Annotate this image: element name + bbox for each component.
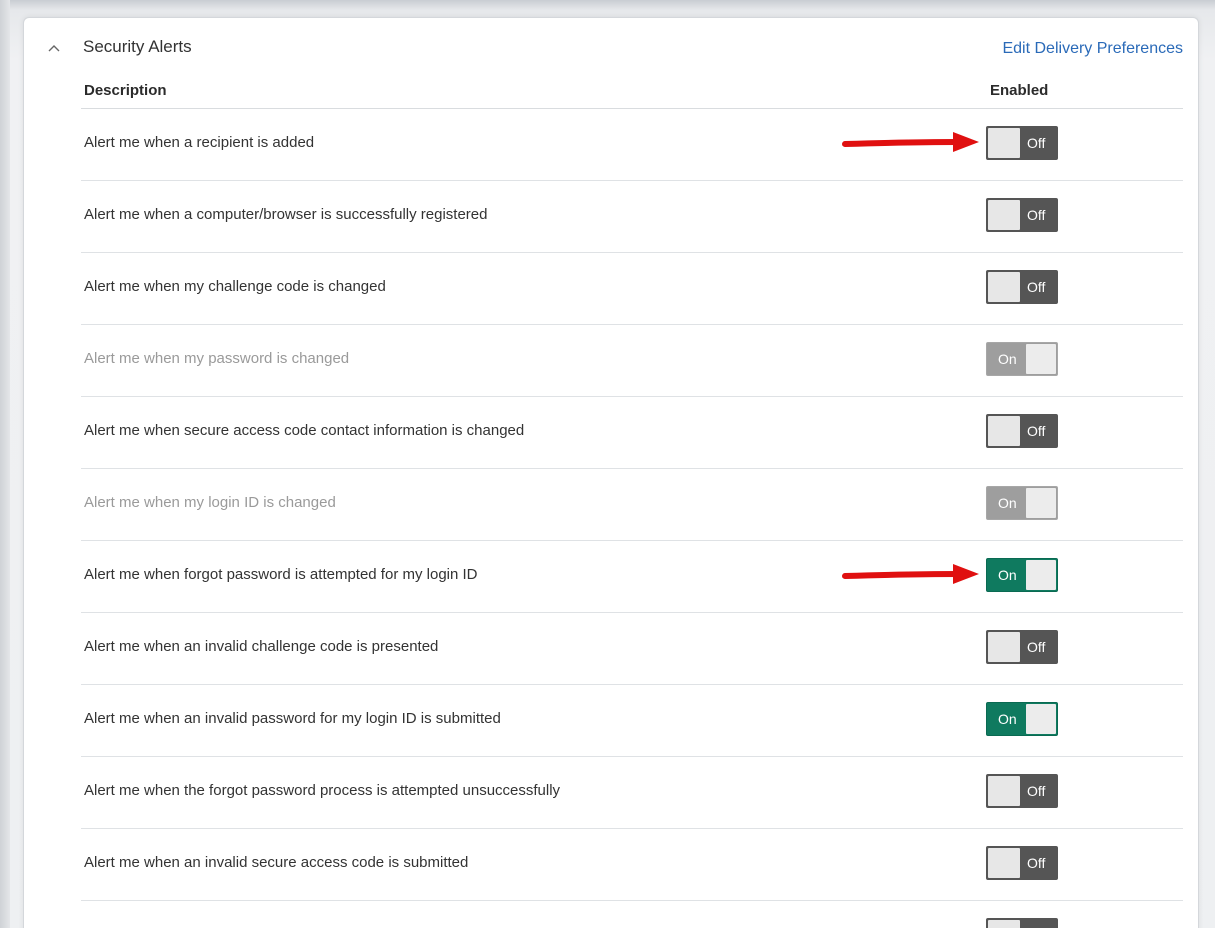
table-row: Alert me when a recipient is added Off [81, 109, 1183, 181]
toggle-state-label: Off [1027, 135, 1046, 151]
security-alerts-panel: Security Alerts Edit Delivery Preference… [23, 17, 1199, 928]
alert-toggle-switch[interactable]: On [986, 558, 1058, 592]
toggle-knob [988, 416, 1020, 446]
alert-toggle-switch: On [986, 342, 1058, 376]
alert-toggle-switch[interactable]: Off [986, 846, 1058, 880]
toggle-state-label: On [998, 711, 1017, 727]
alert-description: Alert me when forgot password is attempt… [84, 566, 478, 583]
alert-description: Alert me when my password is changed [84, 350, 350, 367]
table-row: Alert me when secure access code contact… [81, 397, 1183, 469]
page-frame: Security Alerts Edit Delivery Preference… [0, 0, 1215, 928]
table-row: Alert me when an invalid password for my… [81, 685, 1183, 757]
alerts-list: Alert me when a recipient is added Off Ale… [81, 109, 1183, 928]
toggle-state-label: Off [1027, 783, 1046, 799]
alert-description: Alert me when secure access code contact… [84, 422, 525, 439]
alert-toggle-switch[interactable]: On [986, 702, 1058, 736]
annotation-arrow-icon [842, 132, 979, 152]
panel-title: Security Alerts [83, 37, 192, 56]
alert-toggle-switch[interactable]: Off [986, 918, 1058, 928]
alert-description: Alert me when a recipient is added [84, 134, 315, 151]
alert-description: Alert me when an invalid secure access c… [84, 854, 469, 871]
table-row: Alert me when an invalid secure access c… [81, 829, 1183, 901]
toggle-knob [988, 128, 1020, 158]
toggle-knob [1026, 488, 1056, 518]
toggle-state-label: On [998, 351, 1017, 367]
table-row: Alert me when my login ID is disabledOff [81, 901, 1183, 928]
alert-description: Alert me when an invalid password for my… [84, 710, 501, 727]
alert-description: Alert me when the forgot password proces… [84, 782, 561, 799]
annotation-arrow-icon [842, 564, 979, 584]
table-row: Alert me when my challenge code is chang… [81, 253, 1183, 325]
table-row: Alert me when the forgot password proces… [81, 757, 1183, 829]
toggle-state-label: Off [1027, 207, 1046, 223]
toggle-state-label: On [998, 495, 1017, 511]
panel-header: Security Alerts Edit Delivery Preference… [24, 18, 1198, 78]
toggle-state-label: Off [1027, 855, 1046, 871]
toggle-knob [988, 200, 1020, 230]
toggle-state-label: Off [1027, 279, 1046, 295]
alert-toggle-switch[interactable]: Off [986, 126, 1058, 160]
toggle-knob [988, 632, 1020, 662]
toggle-knob [1026, 704, 1056, 734]
toggle-state-label: On [998, 567, 1017, 583]
table-row: Alert me when a computer/browser is succ… [81, 181, 1183, 253]
column-header-enabled: Enabled [990, 82, 1049, 99]
table-row: Alert me when my login ID is changed On [81, 469, 1183, 541]
alert-toggle-switch[interactable]: Off [986, 198, 1058, 232]
chevron-up-icon[interactable] [47, 40, 61, 52]
toggle-knob [988, 848, 1020, 878]
toggle-state-label: Off [1027, 423, 1046, 439]
toggle-knob [1026, 560, 1056, 590]
toggle-knob [1026, 344, 1056, 374]
toggle-knob [988, 920, 1020, 928]
alert-description: Alert me when an invalid challenge code … [84, 638, 439, 655]
edit-delivery-preferences-link[interactable]: Edit Delivery Preferences [1002, 40, 1183, 58]
alert-toggle-switch[interactable]: Off [986, 414, 1058, 448]
alert-description: Alert me when a computer/browser is succ… [84, 206, 488, 223]
alert-description: Alert me when my challenge code is chang… [84, 278, 386, 295]
alert-description: Alert me when my login ID is changed [84, 494, 336, 511]
column-headers: Description Enabled [81, 80, 1183, 109]
toggle-state-label: Off [1027, 639, 1046, 655]
left-gutter [0, 0, 10, 928]
table-row: Alert me when forgot password is attempt… [81, 541, 1183, 613]
alert-toggle-switch[interactable]: Off [986, 774, 1058, 808]
column-header-description: Description [84, 82, 167, 99]
toggle-knob [988, 776, 1020, 806]
alert-toggle-switch[interactable]: Off [986, 630, 1058, 664]
alert-toggle-switch[interactable]: Off [986, 270, 1058, 304]
alert-toggle-switch: On [986, 486, 1058, 520]
table-row: Alert me when my password is changed On [81, 325, 1183, 397]
table-row: Alert me when an invalid challenge code … [81, 613, 1183, 685]
toggle-knob [988, 272, 1020, 302]
